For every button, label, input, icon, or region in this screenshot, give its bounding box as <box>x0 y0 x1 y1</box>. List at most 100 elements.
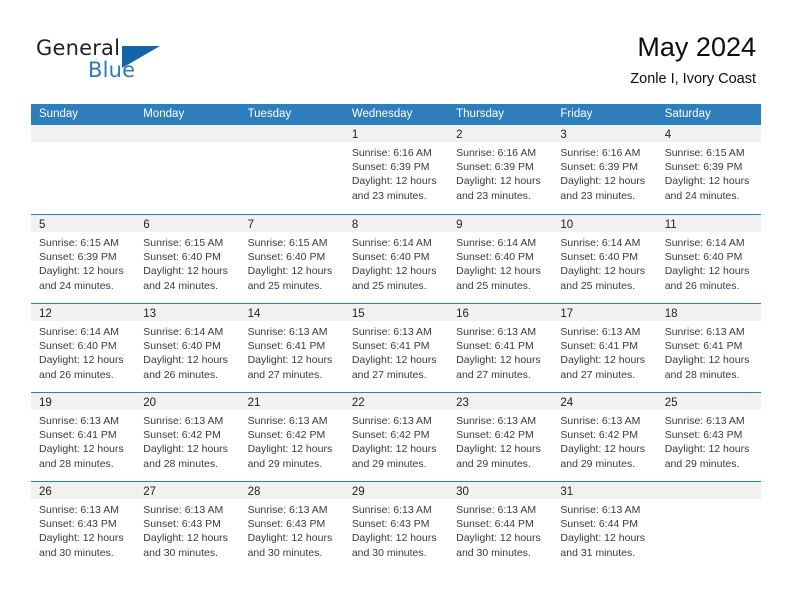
calendar-day-cell[interactable]: 27 Sunrise: 6:13 AM Sunset: 6:43 PM Dayligh… <box>135 482 240 570</box>
day-detail-lines <box>135 142 239 146</box>
calendar-day-cell[interactable]: 23 Sunrise: 6:13 AM Sunset: 6:42 PM Dayligh… <box>448 393 553 481</box>
day-detail-line: Sunrise: 6:14 AM <box>143 326 224 338</box>
day-number-band: 15 <box>343 304 449 321</box>
day-number: 8 <box>351 219 359 231</box>
day-detail-line: and 29 minutes. <box>456 457 531 470</box>
calendar-day-cell[interactable]: 26 Sunrise: 6:13 AM Sunset: 6:43 PM Dayligh… <box>31 482 136 570</box>
calendar-day-cell[interactable]: 3 Sunrise: 6:16 AM Sunset: 6:39 PM Daylight… <box>552 125 657 214</box>
day-detail-line: Daylight: 12 hours <box>143 354 228 367</box>
day-detail-line: Daylight: 12 hours <box>560 354 646 367</box>
day-detail-lines: Sunrise: 6:16 AM Sunset: 6:39 PM Daylight:… <box>448 142 552 203</box>
day-detail-lines: Sunrise: 6:13 AM Sunset: 6:41 PM Daylight:… <box>344 321 448 382</box>
calendar-day-cell[interactable]: 8 Sunrise: 6:14 AM Sunset: 6:40 PM Daylight… <box>343 215 449 303</box>
day-detail-line: Sunset: 6:43 PM <box>664 429 743 442</box>
day-detail-line: Sunset: 6:42 PM <box>560 429 639 442</box>
general-blue-logo[interactable]: General Blue <box>36 36 236 88</box>
page-subtitle: Zonle I, Ivory Coast <box>630 71 756 87</box>
calendar-day-cell[interactable]: 17 Sunrise: 6:13 AM Sunset: 6:41 PM Dayligh… <box>552 304 657 392</box>
day-detail-lines <box>657 499 761 503</box>
calendar-day-cell[interactable]: 14 Sunrise: 6:13 AM Sunset: 6:41 PM Dayligh… <box>239 304 344 392</box>
calendar-day-cell[interactable]: 1 Sunrise: 6:16 AM Sunset: 6:39 PM Daylight… <box>343 125 449 214</box>
day-detail-line: and 26 minutes. <box>39 368 114 381</box>
weekday-wednesday: Wednesday <box>351 108 413 120</box>
day-detail-line: Sunset: 6:40 PM <box>351 251 430 264</box>
calendar-day-cell[interactable]: 28 Sunrise: 6:13 AM Sunset: 6:43 PM Dayligh… <box>239 482 344 570</box>
day-detail-line: Daylight: 12 hours <box>560 175 646 188</box>
day-detail-line: Daylight: 12 hours <box>456 443 541 456</box>
day-number: 11 <box>664 219 677 231</box>
calendar-day-cell[interactable]: 9 Sunrise: 6:14 AM Sunset: 6:40 PM Daylight… <box>448 215 553 303</box>
day-number: 16 <box>456 308 469 320</box>
calendar-day-cell[interactable]: 29 Sunrise: 6:13 AM Sunset: 6:43 PM Dayligh… <box>343 482 449 570</box>
calendar-day-cell[interactable]: 22 Sunrise: 6:13 AM Sunset: 6:42 PM Dayligh… <box>343 393 449 481</box>
day-number-band: 10 <box>552 215 657 232</box>
day-detail-line: and 24 minutes. <box>39 279 114 292</box>
calendar-day-cell[interactable]: 11 Sunrise: 6:14 AM Sunset: 6:40 PM Dayligh… <box>656 215 761 303</box>
day-detail-line: Sunrise: 6:13 AM <box>456 415 537 427</box>
day-number-band: 28 <box>239 482 344 499</box>
day-detail-line: Sunset: 6:40 PM <box>247 251 326 264</box>
calendar-day-cell[interactable]: 19 Sunrise: 6:13 AM Sunset: 6:41 PM Dayligh… <box>31 393 136 481</box>
day-number: 10 <box>560 219 574 231</box>
calendar-day-cell[interactable]: 18 Sunrise: 6:13 AM Sunset: 6:41 PM Dayligh… <box>656 304 761 392</box>
day-detail-line: Sunrise: 6:13 AM <box>39 415 119 427</box>
day-detail-line: Sunrise: 6:13 AM <box>664 415 745 427</box>
day-detail-line: Daylight: 12 hours <box>664 443 750 456</box>
day-detail-line: Daylight: 12 hours <box>664 175 750 188</box>
day-detail-line: Sunset: 6:42 PM <box>247 429 326 442</box>
day-detail-line: and 28 minutes. <box>143 457 218 470</box>
day-number: 7 <box>247 219 254 231</box>
day-number: 6 <box>143 219 150 231</box>
day-detail-line: Daylight: 12 hours <box>247 265 333 278</box>
calendar-day-cell[interactable]: 30 Sunrise: 6:13 AM Sunset: 6:44 PM Dayligh… <box>448 482 553 570</box>
day-detail-line: Sunset: 6:44 PM <box>456 518 534 531</box>
day-detail-line: Sunrise: 6:14 AM <box>664 237 745 249</box>
day-detail-line: Sunset: 6:40 PM <box>664 251 743 264</box>
calendar-day-cell[interactable]: 24 Sunrise: 6:13 AM Sunset: 6:42 PM Dayligh… <box>552 393 657 481</box>
calendar-day-cell[interactable]: 25 Sunrise: 6:13 AM Sunset: 6:43 PM Dayligh… <box>656 393 761 481</box>
day-detail-line: and 29 minutes. <box>560 457 636 470</box>
day-number: 17 <box>560 308 574 320</box>
day-detail-lines: Sunrise: 6:14 AM Sunset: 6:40 PM Daylight:… <box>657 232 761 293</box>
day-detail-lines: Sunrise: 6:15 AM Sunset: 6:39 PM Daylight:… <box>657 142 761 203</box>
day-detail-lines: Sunrise: 6:13 AM Sunset: 6:41 PM Daylight:… <box>240 321 344 382</box>
calendar-grid: Sunday Monday Tuesday Wednesday Thursday… <box>31 104 761 570</box>
calendar-day-cell[interactable]: 21 Sunrise: 6:13 AM Sunset: 6:42 PM Dayligh… <box>239 393 344 481</box>
page-header: General Blue May 2024 Zonle I, Ivory Coa… <box>0 0 792 100</box>
calendar-day-cell[interactable]: 13 Sunrise: 6:14 AM Sunset: 6:40 PM Dayligh… <box>135 304 240 392</box>
day-number: 2 <box>456 129 463 141</box>
calendar-day-cell[interactable]: 4 Sunrise: 6:15 AM Sunset: 6:39 PM Daylight… <box>656 125 761 214</box>
day-detail-lines: Sunrise: 6:15 AM Sunset: 6:40 PM Daylight:… <box>240 232 344 293</box>
calendar-day-cell[interactable]: 31 Sunrise: 6:13 AM Sunset: 6:44 PM Dayligh… <box>552 482 657 570</box>
day-number: 9 <box>456 219 463 231</box>
calendar-day-cell[interactable]: 10 Sunrise: 6:14 AM Sunset: 6:40 PM Dayligh… <box>552 215 657 303</box>
day-number: 31 <box>560 486 574 498</box>
day-number: 23 <box>456 397 469 409</box>
day-number-band: 26 <box>31 482 136 499</box>
day-number: 27 <box>143 486 157 498</box>
day-detail-lines: Sunrise: 6:13 AM Sunset: 6:42 PM Daylight:… <box>135 410 239 471</box>
calendar-day-cell[interactable]: 20 Sunrise: 6:13 AM Sunset: 6:42 PM Dayligh… <box>135 393 240 481</box>
calendar-day-cell[interactable]: 15 Sunrise: 6:13 AM Sunset: 6:41 PM Dayligh… <box>343 304 449 392</box>
day-detail-line: Daylight: 12 hours <box>247 443 333 456</box>
day-detail-line: and 30 minutes. <box>143 546 218 559</box>
calendar-weeks: 1 Sunrise: 6:16 AM Sunset: 6:39 PM Daylight… <box>31 125 761 570</box>
day-detail-line: Daylight: 12 hours <box>560 265 646 278</box>
day-detail-line: Sunset: 6:40 PM <box>39 340 117 353</box>
day-detail-lines: Sunrise: 6:16 AM Sunset: 6:39 PM Daylight:… <box>344 142 448 203</box>
weekday-thursday: Thursday <box>456 108 505 120</box>
calendar-day-cell[interactable]: 12 Sunrise: 6:14 AM Sunset: 6:40 PM Dayligh… <box>31 304 136 392</box>
day-detail-line: Sunset: 6:39 PM <box>351 161 430 174</box>
day-detail-line: Sunset: 6:43 PM <box>143 518 221 531</box>
calendar-day-cell[interactable]: 16 Sunrise: 6:13 AM Sunset: 6:41 PM Dayligh… <box>448 304 553 392</box>
day-detail-line: Sunrise: 6:13 AM <box>456 326 537 338</box>
calendar-day-cell[interactable]: 2 Sunrise: 6:16 AM Sunset: 6:39 PM Daylight… <box>448 125 553 214</box>
day-detail-line: Daylight: 12 hours <box>39 532 124 545</box>
day-detail-line: Daylight: 12 hours <box>351 443 437 456</box>
calendar-day-cell[interactable]: 7 Sunrise: 6:15 AM Sunset: 6:40 PM Daylight… <box>239 215 344 303</box>
calendar-day-cell[interactable]: 5 Sunrise: 6:15 AM Sunset: 6:39 PM Daylight… <box>31 215 136 303</box>
calendar-day-cell[interactable]: 6 Sunrise: 6:15 AM Sunset: 6:40 PM Daylight… <box>135 215 240 303</box>
day-number-band: 11 <box>656 215 761 232</box>
day-number-band: 31 <box>552 482 657 499</box>
day-detail-line: Sunrise: 6:15 AM <box>247 237 328 249</box>
